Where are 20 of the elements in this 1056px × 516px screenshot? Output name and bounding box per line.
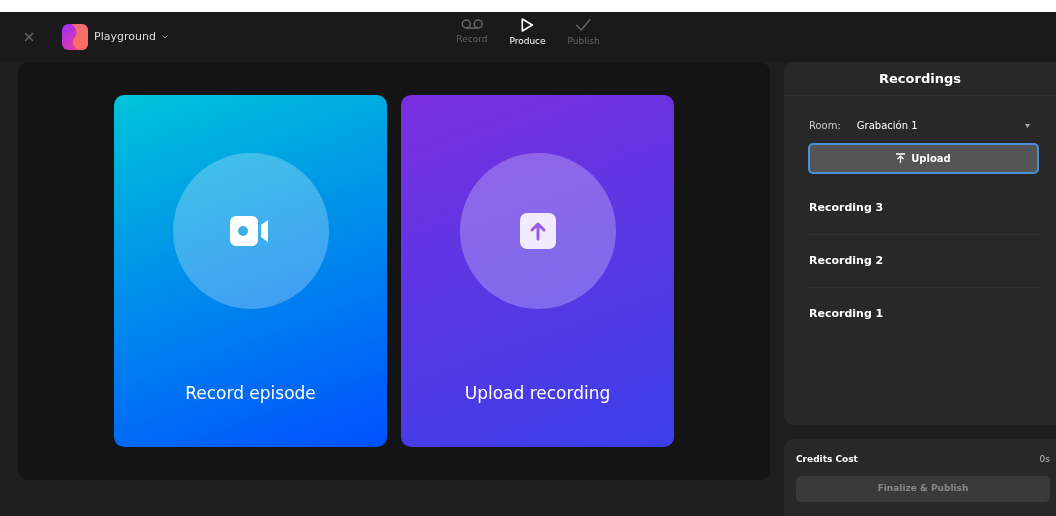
- chevron-down-icon: [161, 35, 168, 39]
- project-selector[interactable]: Playground: [62, 24, 168, 50]
- logo-icon: [62, 24, 88, 50]
- room-label: Room:: [809, 119, 841, 133]
- recording-item[interactable]: Recording 1: [809, 288, 1039, 341]
- upload-recording-card[interactable]: Upload recording: [401, 95, 674, 447]
- record-episode-card[interactable]: Record episode: [114, 95, 387, 447]
- check-icon: [575, 18, 592, 32]
- panel-title: Recordings: [784, 62, 1056, 96]
- room-select[interactable]: Grabación 1: [856, 118, 1030, 133]
- upload-button[interactable]: Upload: [808, 143, 1039, 174]
- step-tab[interactable]: Produce: [509, 18, 546, 49]
- voicemail-icon: [460, 18, 483, 30]
- credits-label: Credits Cost: [796, 453, 858, 466]
- recording-item[interactable]: Recording 2: [809, 235, 1039, 288]
- play-icon: [520, 18, 535, 32]
- dropdown-caret-icon: [1025, 123, 1030, 128]
- upload-icon: [896, 153, 906, 163]
- recording-item[interactable]: Recording 3: [809, 182, 1039, 235]
- credits-value: 0s: [1039, 453, 1050, 466]
